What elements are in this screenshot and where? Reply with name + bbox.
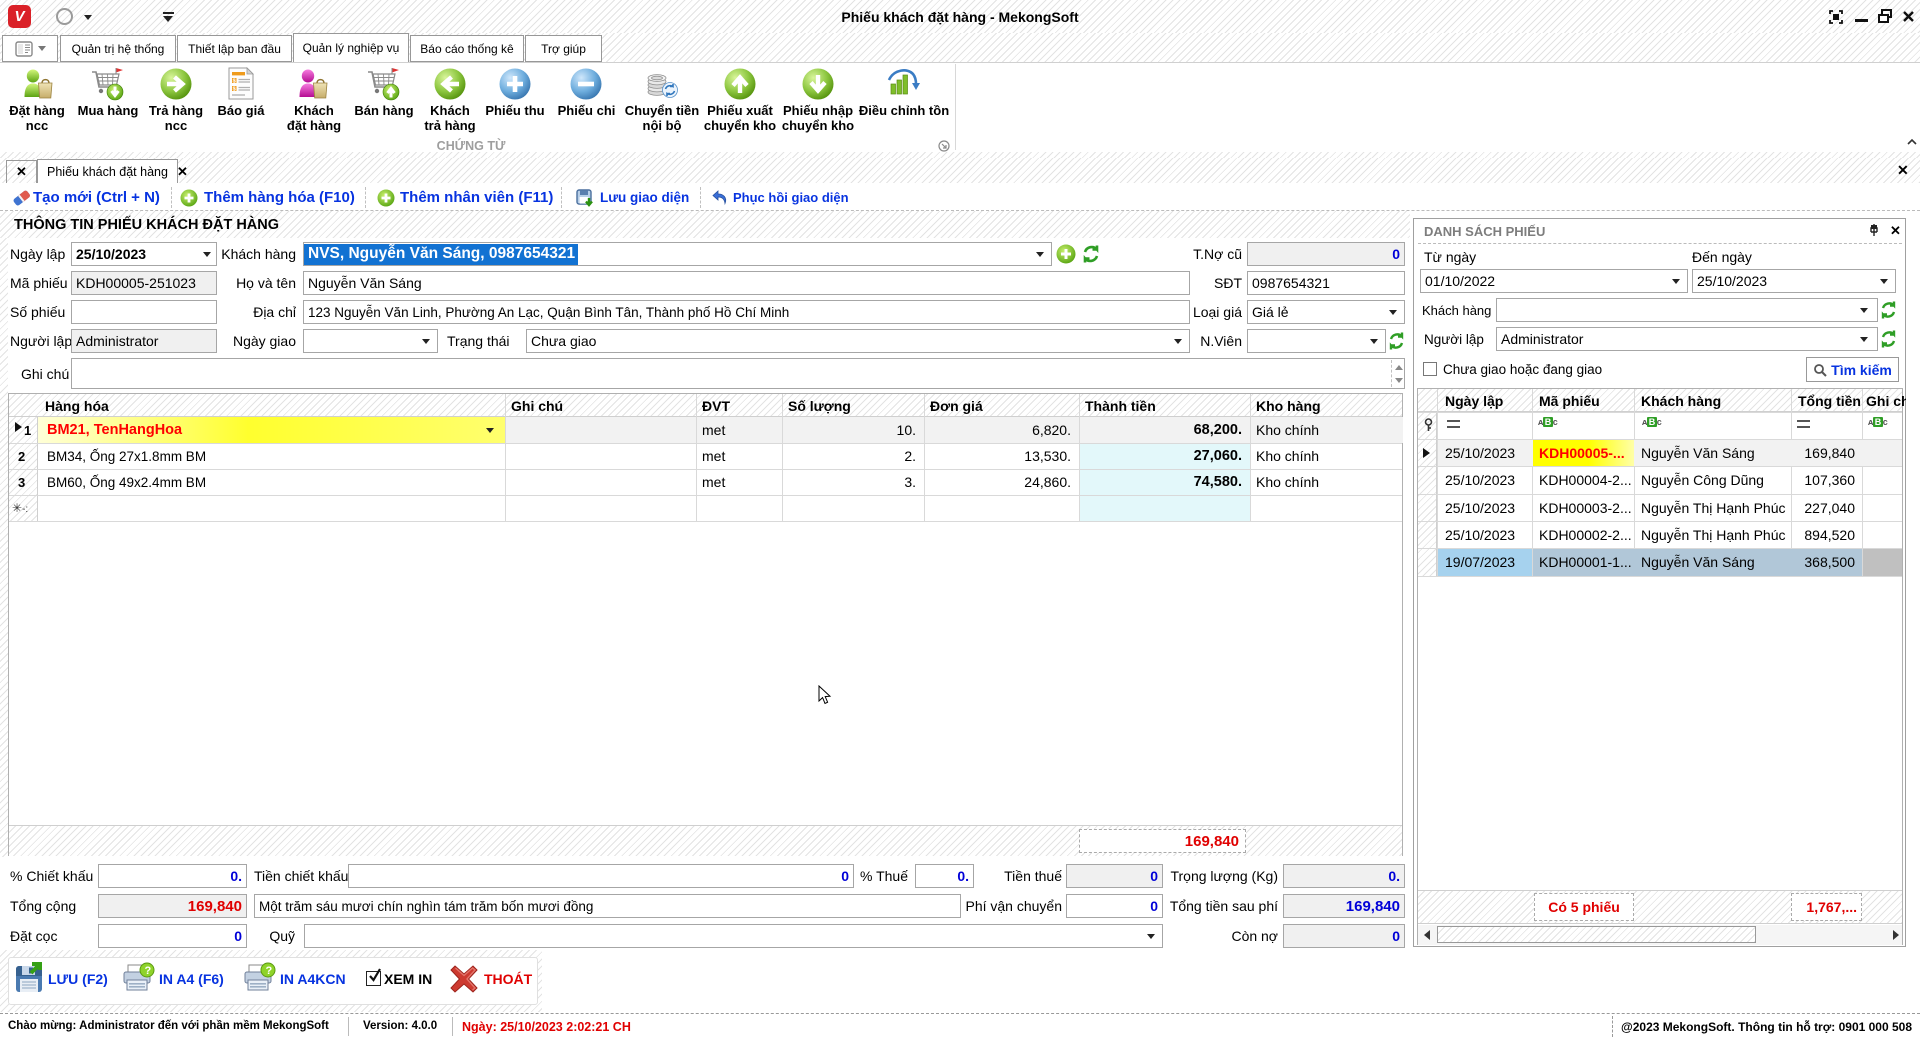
svg-text:?: ? [145, 965, 152, 977]
svg-text:$: $ [233, 86, 236, 92]
svg-text:$: $ [233, 78, 236, 84]
svg-text:?: ? [266, 965, 273, 977]
